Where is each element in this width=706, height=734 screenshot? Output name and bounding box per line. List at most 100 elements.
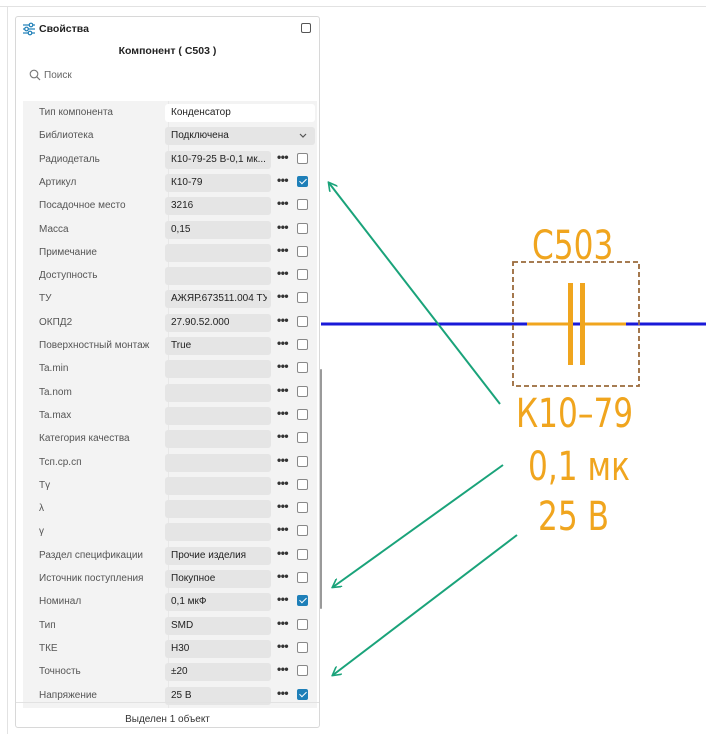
show-on-schematic-checkbox[interactable] xyxy=(297,548,308,560)
more-dots-icon[interactable]: ••• xyxy=(277,407,291,422)
chevron-down-icon[interactable] xyxy=(299,133,307,139)
more-dots-icon[interactable]: ••• xyxy=(277,500,291,515)
more-dots-icon[interactable]: ••• xyxy=(277,547,291,562)
property-value: Конденсатор xyxy=(171,107,231,118)
property-value-field[interactable] xyxy=(165,360,271,379)
property-value: 3216 xyxy=(171,200,194,212)
search-input[interactable] xyxy=(44,67,294,83)
schematic-ref-label[interactable]: С503 xyxy=(532,226,613,266)
show-on-schematic-checkbox[interactable] xyxy=(297,245,308,257)
show-on-schematic-checkbox[interactable] xyxy=(297,315,308,327)
selection-box[interactable] xyxy=(512,261,640,387)
show-on-schematic-checkbox[interactable] xyxy=(297,572,308,583)
more-dots-icon[interactable]: ••• xyxy=(277,477,291,492)
property-label: Ta.nom xyxy=(39,386,72,398)
show-on-schematic-checkbox[interactable] xyxy=(297,502,308,514)
panel-header: Свойства xyxy=(16,17,319,41)
show-on-schematic-checkbox[interactable] xyxy=(297,175,308,187)
more-dots-icon[interactable]: ••• xyxy=(277,687,291,702)
property-label: Категория качества xyxy=(39,433,130,445)
property-value-field[interactable]: АЖЯР.673511.004 ТУ xyxy=(165,290,271,309)
property-row: Тип компонента Конденсатор xyxy=(23,103,317,123)
property-value-select[interactable]: Подключена xyxy=(165,127,315,146)
property-value-field[interactable]: 0,15 xyxy=(165,220,271,239)
property-value-field[interactable] xyxy=(165,267,271,286)
more-dots-icon[interactable]: ••• xyxy=(277,221,291,236)
more-dots-icon[interactable]: ••• xyxy=(277,337,291,352)
show-on-schematic-checkbox[interactable] xyxy=(297,688,308,700)
property-value-field[interactable] xyxy=(165,476,271,495)
more-dots-icon[interactable]: ••• xyxy=(277,197,291,212)
property-value-input[interactable]: Конденсатор xyxy=(165,104,315,122)
property-value-field[interactable]: 27.90.52.000 xyxy=(165,313,271,332)
show-on-schematic-checkbox[interactable] xyxy=(297,525,308,537)
more-dots-icon[interactable]: ••• xyxy=(277,244,291,259)
property-row: Номинал 0,1 мкФ ••• xyxy=(23,592,317,612)
show-on-schematic-checkbox[interactable] xyxy=(297,408,308,420)
property-label: Артикул xyxy=(39,176,77,188)
property-label: Тип компонента xyxy=(39,107,113,118)
show-on-schematic-checkbox[interactable] xyxy=(297,618,308,630)
show-on-schematic-checkbox[interactable] xyxy=(297,269,308,281)
property-value: ±20 xyxy=(171,666,188,678)
show-on-schematic-checkbox[interactable] xyxy=(297,152,308,164)
more-dots-icon[interactable]: ••• xyxy=(277,640,291,655)
more-dots-icon[interactable]: ••• xyxy=(277,454,291,469)
more-dots-icon[interactable]: ••• xyxy=(277,430,291,445)
more-dots-icon[interactable]: ••• xyxy=(277,570,291,585)
show-on-schematic-checkbox[interactable] xyxy=(297,292,308,304)
more-dots-icon[interactable]: ••• xyxy=(277,360,291,375)
property-value-field[interactable] xyxy=(165,453,271,472)
more-dots-icon[interactable]: ••• xyxy=(277,267,291,282)
property-row: Источник поступления Покупное ••• xyxy=(23,569,317,589)
show-on-schematic-checkbox[interactable] xyxy=(297,641,308,653)
show-on-schematic-checkbox[interactable] xyxy=(297,665,308,677)
property-label: Библиотека xyxy=(39,130,94,142)
panel-title: Свойства xyxy=(39,23,89,35)
selection-status: Выделен 1 объект xyxy=(125,714,210,725)
schematic-article-label[interactable]: К10–79 xyxy=(516,394,633,434)
show-on-schematic-checkbox[interactable] xyxy=(297,339,308,350)
more-dots-icon[interactable]: ••• xyxy=(277,384,291,399)
property-value-field[interactable] xyxy=(165,383,271,402)
show-on-schematic-checkbox[interactable] xyxy=(297,478,308,490)
property-value-field[interactable] xyxy=(165,500,271,519)
property-value-field[interactable]: True xyxy=(165,337,271,355)
show-on-schematic-checkbox[interactable] xyxy=(297,222,308,234)
more-dots-icon[interactable]: ••• xyxy=(277,523,291,538)
property-value-field[interactable] xyxy=(165,243,271,262)
property-label: Раздел спецификации xyxy=(39,549,143,561)
property-value-field[interactable]: К10-79 xyxy=(165,173,271,192)
property-value-field[interactable]: К10-79-25 В-0,1 мк... xyxy=(165,150,271,169)
show-on-schematic-checkbox[interactable] xyxy=(297,385,308,397)
property-value-field[interactable]: Н30 xyxy=(165,639,271,658)
more-dots-icon[interactable]: ••• xyxy=(277,151,291,166)
property-value-field[interactable] xyxy=(165,523,271,542)
more-dots-icon[interactable]: ••• xyxy=(277,290,291,305)
property-value-field[interactable]: Покупное xyxy=(165,570,271,588)
more-dots-icon[interactable]: ••• xyxy=(277,314,291,329)
property-row: Ta.min ••• xyxy=(23,359,317,379)
show-on-schematic-checkbox[interactable] xyxy=(297,432,308,444)
property-value-field[interactable]: SMD xyxy=(165,616,271,635)
show-on-schematic-checkbox[interactable] xyxy=(297,595,308,607)
show-on-schematic-checkbox[interactable] xyxy=(297,362,308,374)
property-value-field[interactable]: ±20 xyxy=(165,663,271,682)
search-box[interactable] xyxy=(24,66,304,84)
property-value-field[interactable]: Прочие изделия xyxy=(165,546,271,565)
show-on-schematic-checkbox[interactable] xyxy=(297,199,308,211)
schematic-nominal-label[interactable]: 0,1 мк xyxy=(528,447,630,487)
more-dots-icon[interactable]: ••• xyxy=(277,663,291,678)
show-on-schematic-checkbox[interactable] xyxy=(297,455,308,467)
maximize-icon[interactable] xyxy=(301,23,311,33)
more-dots-icon[interactable]: ••• xyxy=(277,174,291,189)
property-value-field[interactable]: 3216 xyxy=(165,197,271,216)
more-dots-icon[interactable]: ••• xyxy=(277,617,291,632)
scrollbar[interactable] xyxy=(320,369,322,609)
property-value-field[interactable] xyxy=(165,430,271,449)
more-dots-icon[interactable]: ••• xyxy=(277,593,291,608)
property-row: Тγ ••• xyxy=(23,476,317,496)
property-value-field[interactable] xyxy=(165,406,271,425)
property-value-field[interactable]: 0,1 мкФ xyxy=(165,593,271,612)
schematic-voltage-label[interactable]: 25 В xyxy=(538,497,609,537)
